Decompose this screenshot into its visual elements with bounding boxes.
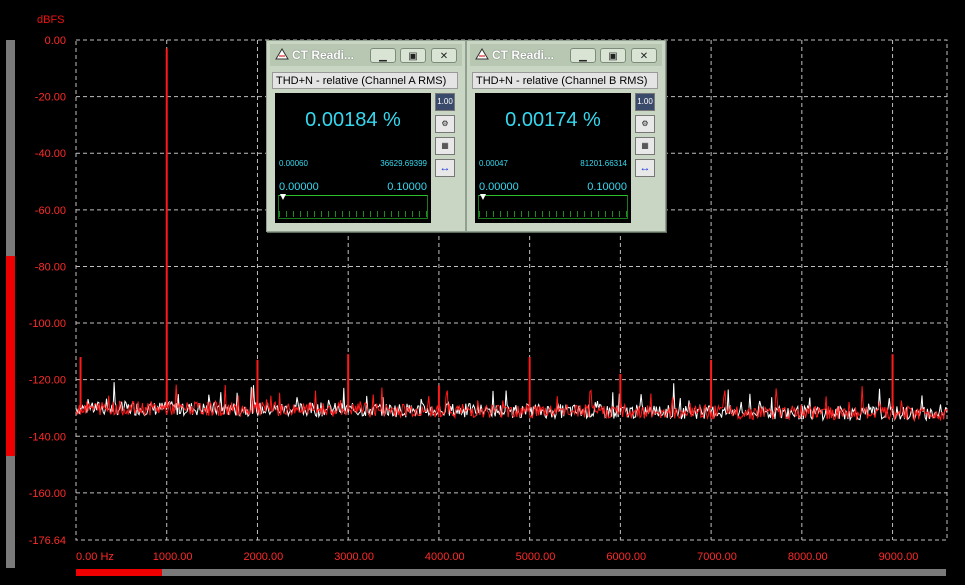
restore-icon: ▣ xyxy=(408,51,418,62)
x-tick-label: 2000.00 xyxy=(243,551,283,563)
y-tick-label: -100.00 xyxy=(29,318,66,330)
calculator-icon: ▦ xyxy=(641,141,649,150)
horizontal-scrollbar-thumb[interactable] xyxy=(76,569,162,576)
range-min: 0.00047 xyxy=(479,159,508,168)
bar-ticks xyxy=(279,211,427,217)
minimize-icon: ▁ xyxy=(579,51,587,62)
settings-icon: ⚙ xyxy=(641,119,649,128)
y-tick-label: -40.00 xyxy=(35,148,66,160)
restore-button[interactable]: ▣ xyxy=(600,48,626,63)
y-tick-label: -20.00 xyxy=(35,92,66,104)
vertical-scrollbar-thumb[interactable] xyxy=(6,256,15,456)
calculator-button[interactable]: ▦ xyxy=(635,137,655,155)
spectrum-trace-a xyxy=(75,384,948,422)
bar-ticks xyxy=(479,211,627,217)
x-tick-label: 7000.00 xyxy=(697,551,737,563)
minimize-button[interactable]: ▁ xyxy=(570,48,596,63)
measurement-label: THD+N - relative (Channel B RMS) xyxy=(472,72,658,89)
window-titlebar[interactable]: CT Readi... ▁ ▣ ✕ xyxy=(470,44,662,66)
readout-display: 0.00184 % 0.00060 36629.69399 0.00000 0.… xyxy=(275,93,431,223)
meter-button[interactable]: 1.00 xyxy=(435,93,455,111)
x-tick-label: 3000.00 xyxy=(334,551,374,563)
x-tick-label: 1000.00 xyxy=(153,551,193,563)
restore-button[interactable]: ▣ xyxy=(400,48,426,63)
bar-marker xyxy=(280,194,286,200)
horizontal-scrollbar[interactable] xyxy=(76,569,946,576)
bar-marker xyxy=(480,194,486,200)
calculator-button[interactable]: ▦ xyxy=(435,137,455,155)
left-right-arrows-icon: ↔ xyxy=(439,162,451,174)
close-button[interactable]: ✕ xyxy=(431,48,457,63)
calculator-icon: ▦ xyxy=(441,141,449,150)
y-tick-label: 0.00 xyxy=(45,35,66,47)
level-bar xyxy=(278,194,428,219)
range-min: 0.00060 xyxy=(279,159,308,168)
meter-icon: 1.00 xyxy=(437,97,453,106)
minimize-button[interactable]: ▁ xyxy=(370,48,396,63)
arrows-button[interactable]: ↔ xyxy=(435,159,455,177)
window-title: CT Readi... xyxy=(292,48,355,62)
scale-min: 0.00000 xyxy=(479,181,519,193)
settings-icon: ⚙ xyxy=(441,119,449,128)
meter-icon: 1.00 xyxy=(637,97,653,106)
reading-value: 0.00184 % xyxy=(305,109,401,131)
x-tick-label: 6000.00 xyxy=(606,551,646,563)
y-tick-label: -140.00 xyxy=(29,431,66,443)
x-tick-label: 0.00 Hz xyxy=(76,551,114,563)
range-max: 36629.69399 xyxy=(380,159,427,168)
app-icon xyxy=(275,48,289,60)
x-tick-label: 5000.00 xyxy=(516,551,556,563)
app-icon xyxy=(475,48,489,60)
reading-value: 0.00174 % xyxy=(505,109,601,131)
measurement-label: THD+N - relative (Channel A RMS) xyxy=(272,72,458,89)
y-tick-label: -60.00 xyxy=(35,205,66,217)
y-tick-label: -120.00 xyxy=(29,375,66,387)
scale-min: 0.00000 xyxy=(279,181,319,193)
settings-button[interactable]: ⚙ xyxy=(435,115,455,133)
settings-button[interactable]: ⚙ xyxy=(635,115,655,133)
window-titlebar[interactable]: CT Readi... ▁ ▣ ✕ xyxy=(270,44,462,66)
window-title: CT Readi... xyxy=(492,48,555,62)
scale-max: 0.10000 xyxy=(387,181,427,193)
y-axis-unit: dBFS xyxy=(37,14,65,26)
close-icon: ✕ xyxy=(439,51,449,62)
left-right-arrows-icon: ↔ xyxy=(639,162,651,174)
restore-icon: ▣ xyxy=(608,51,618,62)
y-tick-label: -80.00 xyxy=(35,261,66,273)
y-tick-label: -176.64 xyxy=(29,535,66,547)
x-tick-label: 4000.00 xyxy=(425,551,465,563)
readout-window-b[interactable]: CT Readi... ▁ ▣ ✕ THD+N - relative (Chan… xyxy=(466,40,666,232)
x-tick-label: 8000.00 xyxy=(788,551,828,563)
y-tick-label: -160.00 xyxy=(29,488,66,500)
minimize-icon: ▁ xyxy=(379,51,387,62)
level-bar xyxy=(478,194,628,219)
readout-window-a[interactable]: CT Readi... ▁ ▣ ✕ THD+N - relative (Chan… xyxy=(266,40,466,232)
range-max: 81201.66314 xyxy=(580,159,627,168)
close-icon: ✕ xyxy=(639,51,649,62)
x-tick-label: 9000.00 xyxy=(879,551,919,563)
close-button[interactable]: ✕ xyxy=(631,48,657,63)
meter-button[interactable]: 1.00 xyxy=(635,93,655,111)
readout-display: 0.00174 % 0.00047 81201.66314 0.00000 0.… xyxy=(475,93,631,223)
arrows-button[interactable]: ↔ xyxy=(635,159,655,177)
scale-max: 0.10000 xyxy=(587,181,627,193)
